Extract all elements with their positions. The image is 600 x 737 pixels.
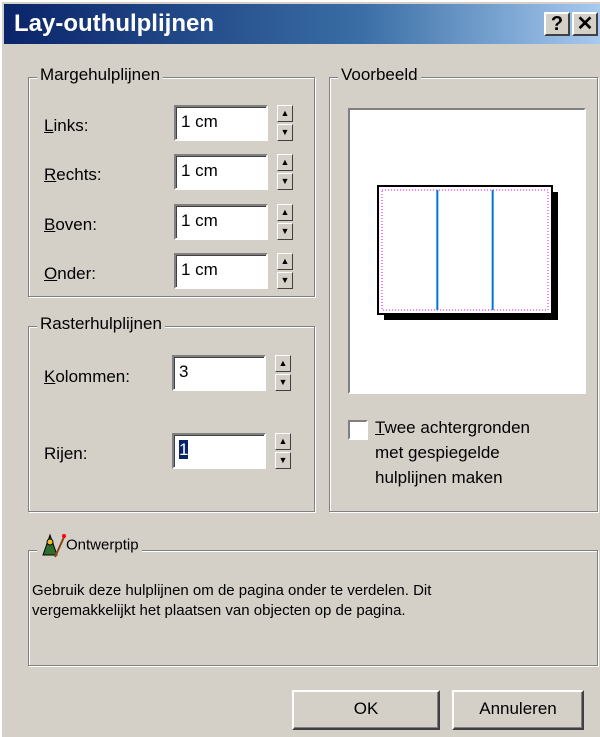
spin-up-icon[interactable]: ▲ [277, 105, 293, 122]
help-button[interactable]: ? [544, 12, 570, 36]
left-label: Links: [44, 116, 89, 135]
bottom-margin-spinner[interactable]: ▲ ▼ [277, 253, 293, 289]
design-tip-legend: Ontwerptip [37, 531, 142, 559]
page-outline [377, 185, 553, 315]
spin-down-icon[interactable]: ▼ [277, 124, 293, 141]
preview-legend: Voorbeeld [338, 65, 421, 85]
columns-label: Kolommen: [44, 367, 130, 386]
design-tip-title: Ontwerptip [66, 536, 139, 554]
grid-legend: Rasterhulplijnen [37, 314, 165, 334]
dialog-title: Lay-outhulplijnen [14, 10, 214, 37]
close-button[interactable]: ✕ [572, 12, 598, 36]
spin-down-icon[interactable]: ▼ [275, 452, 291, 469]
top-margin-input[interactable]: 1 cm [174, 204, 268, 240]
mirror-label-line3: hulplijnen maken [375, 468, 503, 487]
cancel-button[interactable]: Annuleren [452, 690, 584, 730]
spin-up-icon[interactable]: ▲ [277, 204, 293, 221]
dialog-window: Lay-outhulplijnen ? ✕ Margehulplijnen Li… [0, 0, 600, 737]
rows-spinner[interactable]: ▲ ▼ [275, 433, 291, 469]
spin-down-icon[interactable]: ▼ [277, 272, 293, 289]
grid-group: Rasterhulplijnen [28, 314, 315, 512]
design-tip-text-line2: vergemakkelijkt het plaatsen van objecte… [32, 602, 406, 619]
columns-input[interactable]: 3 [172, 355, 266, 391]
margins-legend: Margehulplijnen [37, 65, 164, 85]
title-bar[interactable]: Lay-outhulplijnen ? ✕ [4, 4, 600, 44]
columns-spinner[interactable]: ▲ ▼ [275, 355, 291, 391]
spin-down-icon[interactable]: ▼ [275, 374, 291, 391]
right-label: Rechts: [44, 165, 102, 184]
right-margin-spinner[interactable]: ▲ ▼ [277, 154, 293, 190]
spin-up-icon[interactable]: ▲ [277, 154, 293, 171]
rows-input[interactable]: 1 [172, 433, 266, 469]
mirror-checkbox[interactable] [348, 420, 368, 440]
preview-page-svg [377, 185, 558, 320]
bottom-margin-input[interactable]: 1 cm [174, 253, 268, 289]
left-margin-input[interactable]: 1 cm [174, 105, 268, 141]
top-label: Boven: [44, 215, 97, 234]
preview-box [348, 108, 586, 394]
bottom-label: Onder: [44, 264, 96, 283]
left-margin-spinner[interactable]: ▲ ▼ [277, 105, 293, 141]
top-margin-spinner[interactable]: ▲ ▼ [277, 204, 293, 240]
design-tip-text-line1: Gebruik deze hulplijnen om de pagina ond… [32, 582, 432, 599]
rows-label: Rijen: [44, 444, 88, 463]
spin-down-icon[interactable]: ▼ [277, 223, 293, 240]
mirror-label-line1: Twee achtergronden [375, 418, 530, 437]
spin-up-icon[interactable]: ▲ [277, 253, 293, 270]
ok-button[interactable]: OK [292, 690, 440, 730]
rows-value-selected: 1 [179, 440, 189, 459]
spin-up-icon[interactable]: ▲ [275, 355, 291, 372]
spin-up-icon[interactable]: ▲ [275, 433, 291, 450]
spin-down-icon[interactable]: ▼ [277, 173, 293, 190]
right-margin-input[interactable]: 1 cm [174, 154, 268, 190]
wizard-icon [42, 533, 66, 558]
mirror-label-line2: met gespiegelde [375, 443, 500, 462]
